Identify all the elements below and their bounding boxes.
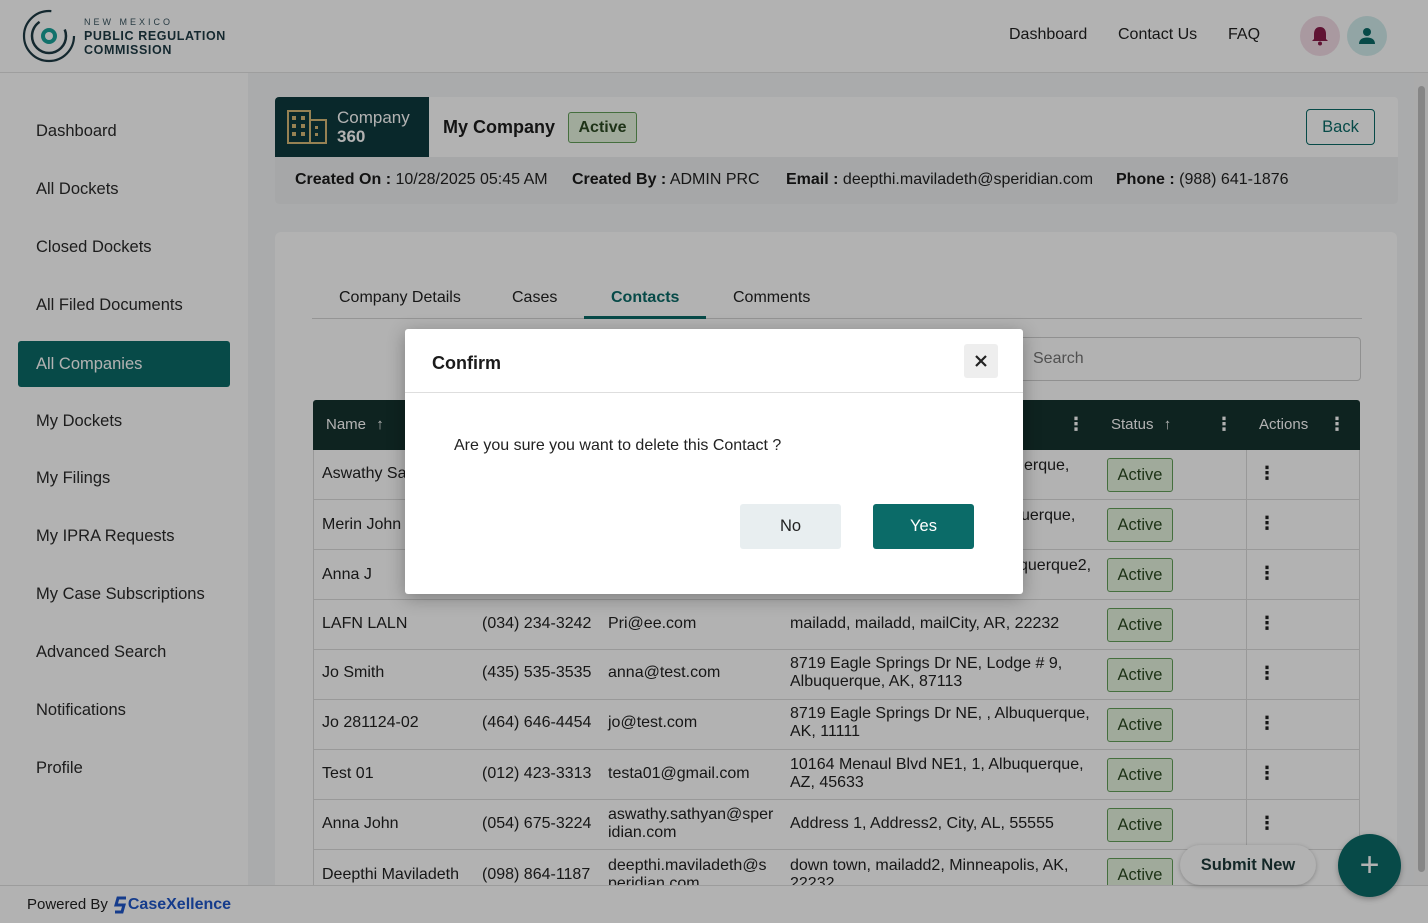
no-button[interactable]: No [740, 504, 841, 549]
close-dialog-button[interactable] [964, 344, 998, 378]
close-icon [975, 355, 987, 367]
confirm-dialog: Confirm Are you sure you want to delete … [405, 329, 1023, 594]
dialog-title: Confirm [432, 353, 501, 373]
dialog-message: Are you sure you want to delete this Con… [454, 437, 782, 454]
yes-button[interactable]: Yes [873, 504, 974, 549]
dialog-divider [405, 392, 1023, 393]
